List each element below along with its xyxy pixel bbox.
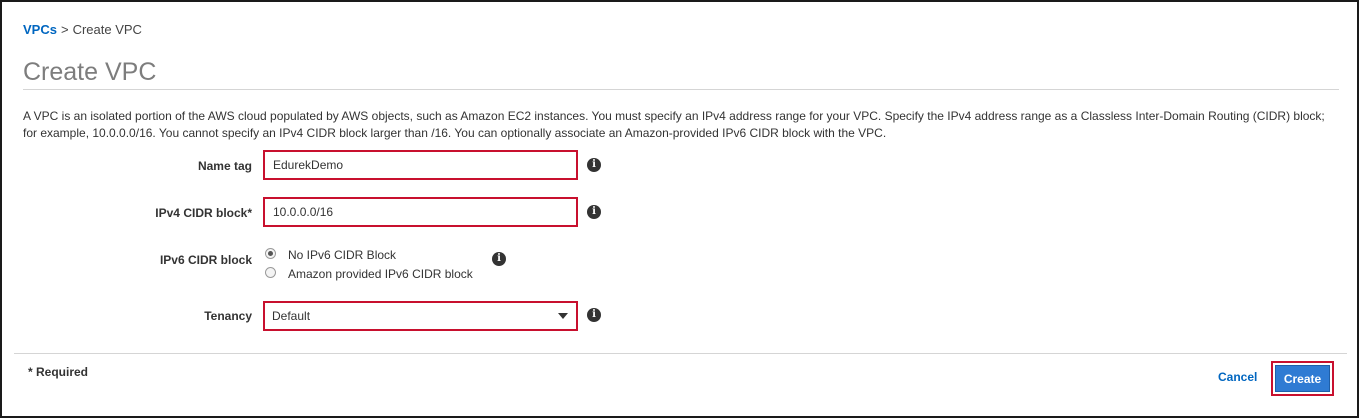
ipv4-cidr-label: IPv4 CIDR block*: [155, 206, 252, 220]
create-button-highlight: Create: [1271, 361, 1334, 396]
tenancy-label: Tenancy: [204, 309, 252, 323]
cancel-button[interactable]: Cancel: [1218, 370, 1257, 384]
info-icon[interactable]: i: [492, 252, 506, 266]
chevron-down-icon: [558, 313, 568, 319]
info-icon[interactable]: i: [587, 308, 601, 322]
ipv4-cidr-input[interactable]: [263, 197, 578, 227]
tenancy-select[interactable]: Default: [263, 301, 578, 331]
tenancy-selected-value: Default: [272, 309, 311, 323]
ipv6-cidr-label: IPv6 CIDR block: [159, 253, 252, 267]
name-tag-label: Name tag: [197, 159, 252, 173]
page-description: A VPC is an isolated portion of the AWS …: [23, 109, 1325, 140]
info-icon[interactable]: i: [587, 205, 601, 219]
ipv6-option-none[interactable]: No IPv6 CIDR Block: [265, 248, 396, 262]
ipv6-option-label: No IPv6 CIDR Block: [288, 248, 397, 262]
radio-checked-icon[interactable]: [265, 248, 276, 260]
breadcrumb-separator: >: [60, 22, 69, 37]
name-tag-input[interactable]: [263, 150, 578, 180]
required-note: * Required: [28, 365, 89, 379]
breadcrumb: VPCs > Create VPC: [23, 22, 142, 37]
title-divider: [23, 89, 1339, 90]
footer-divider: [14, 353, 1347, 354]
ipv6-option-label: Amazon provided IPv6 CIDR block: [288, 267, 473, 281]
breadcrumb-link-vpcs[interactable]: VPCs: [23, 22, 57, 37]
breadcrumb-current: Create VPC: [72, 22, 142, 37]
ipv6-option-amazon[interactable]: Amazon provided IPv6 CIDR block: [265, 267, 473, 281]
radio-unchecked-icon[interactable]: [265, 267, 276, 279]
info-icon[interactable]: i: [587, 158, 601, 172]
page-title: Create VPC: [23, 58, 157, 86]
create-vpc-panel: VPCs > Create VPC Create VPC A VPC is an i…: [0, 0, 1359, 418]
create-button[interactable]: Create: [1275, 365, 1330, 392]
